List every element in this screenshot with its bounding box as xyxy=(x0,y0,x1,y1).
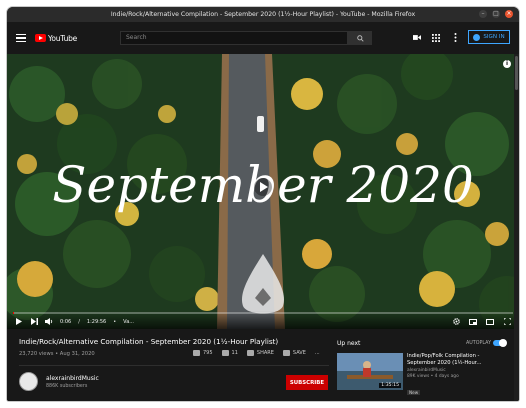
youtube-play-icon xyxy=(35,34,46,42)
next-icon[interactable] xyxy=(30,318,38,325)
playlist-add-icon xyxy=(282,350,290,356)
subscriber-count: 886K subscribers xyxy=(46,383,88,389)
recommendation-title[interactable]: Indie/Pop/Folk Compilation - September 2… xyxy=(407,353,497,366)
divider xyxy=(19,365,329,366)
maximize-button[interactable]: □ xyxy=(492,10,500,18)
play-icon[interactable] xyxy=(15,318,23,325)
volume-icon[interactable] xyxy=(45,318,53,325)
search-bar: Search xyxy=(120,31,372,45)
title-bar: Indie/Rock/Alternative Compilation - Sep… xyxy=(7,7,519,22)
close-button[interactable]: × xyxy=(505,10,513,18)
more-actions-label: ... xyxy=(314,350,320,356)
autoplay-label: AUTOPLAY xyxy=(465,341,491,346)
progress-bar[interactable] xyxy=(13,312,513,314)
more-vert-icon[interactable] xyxy=(451,33,459,42)
share-label: SHARE xyxy=(256,350,274,356)
progress-fill xyxy=(13,312,14,314)
channel-info: alexrainbirdMusic 886K subscribers xyxy=(19,372,99,391)
youtube-logo[interactable]: YouTube xyxy=(35,34,77,43)
theater-mode-icon[interactable] xyxy=(486,318,494,325)
video-meta: 23,720 views • Aug 31, 2020 xyxy=(19,351,95,357)
video-frame: September 2020 xyxy=(7,54,519,329)
logo-text: YouTube xyxy=(48,33,78,43)
menu-icon[interactable] xyxy=(16,32,26,44)
scrollbar-thumb[interactable] xyxy=(515,56,518,90)
search-input[interactable]: Search xyxy=(120,31,348,45)
share-button[interactable]: SHARE xyxy=(246,350,274,356)
save-button[interactable]: SAVE xyxy=(282,350,306,356)
video-details: Indie/Rock/Alternative Compilation - Sep… xyxy=(7,329,519,401)
sign-in-label: SIGN IN xyxy=(483,34,505,40)
recommendation-meta: 89K views • 4 days ago xyxy=(407,374,459,380)
recommendation-item[interactable]: 1:35:15 Indie/Pop/Folk Compilation - Sep… xyxy=(337,353,497,398)
search-button[interactable] xyxy=(348,31,372,45)
fullscreen-icon[interactable] xyxy=(503,318,511,325)
new-badge: New xyxy=(407,390,421,396)
sign-in-button[interactable]: SIGN IN xyxy=(468,30,510,44)
thumbs-up-icon xyxy=(193,350,200,356)
dislike-button[interactable]: 11 xyxy=(221,350,238,356)
up-next-label: Up next xyxy=(337,340,361,347)
thumbs-down-icon xyxy=(221,350,229,356)
settings-gear-icon[interactable] xyxy=(452,318,460,325)
time-total: 1:29:56 xyxy=(86,318,107,325)
like-button[interactable]: 795 xyxy=(193,350,213,356)
page-scrollbar[interactable] xyxy=(514,54,519,401)
recommendation-thumbnail[interactable]: 1:35:15 xyxy=(337,353,403,390)
minimize-button[interactable]: – xyxy=(479,10,487,18)
video-camera-icon[interactable] xyxy=(413,33,421,42)
info-icon[interactable]: i xyxy=(503,60,511,68)
like-count: 795 xyxy=(203,350,213,356)
subscribe-button[interactable]: SUBSCRIBE xyxy=(286,375,328,390)
account-icon xyxy=(473,33,481,41)
youtube-header: YouTube Search SIGN IN xyxy=(7,22,519,54)
video-title: Indie/Rock/Alternative Compilation - Sep… xyxy=(19,337,279,346)
miniplayer-icon[interactable] xyxy=(469,318,477,325)
chapter-title[interactable]: Va... xyxy=(123,319,134,325)
apps-grid-icon[interactable] xyxy=(432,33,440,42)
video-duration: 1:35:15 xyxy=(379,383,401,388)
save-label: SAVE xyxy=(292,350,306,356)
window-title: Indie/Rock/Alternative Compilation - Sep… xyxy=(110,11,416,18)
dislike-count: 11 xyxy=(231,350,238,356)
channel-avatar[interactable] xyxy=(19,372,38,391)
more-actions-button[interactable]: ... xyxy=(315,350,320,356)
autoplay-toggle[interactable] xyxy=(493,339,507,347)
search-icon xyxy=(356,34,364,42)
channel-name[interactable]: alexrainbirdMusic xyxy=(46,375,99,382)
player-controls: 0:06 / 1:29:56 • Va... xyxy=(7,311,519,329)
time-current: 0:06 xyxy=(60,318,72,325)
video-player[interactable]: September 2020 i 0:06 / 1:29:56 • Va... xyxy=(7,54,519,329)
browser-window: Indie/Rock/Alternative Compilation - Sep… xyxy=(7,7,519,401)
share-icon xyxy=(246,350,254,356)
recommendation-channel: alexrainbirdMusic xyxy=(407,368,446,374)
